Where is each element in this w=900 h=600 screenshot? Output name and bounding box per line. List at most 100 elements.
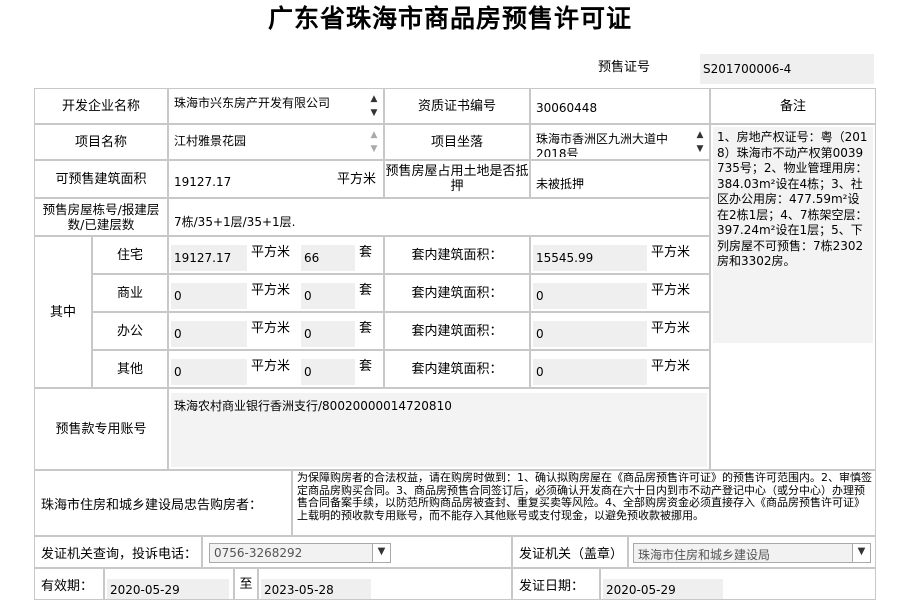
row-count: 0	[301, 359, 355, 385]
remarks-cell: 1、房地产权证号：粤（2018）珠海市不动产权第0039735号；2、物业管理用…	[710, 124, 876, 470]
issuer-select[interactable]: 珠海市住房和城乡建设局 ▼	[633, 543, 871, 563]
row-area-unit: 平方米	[251, 321, 291, 336]
land-cell: 未被抵押	[530, 160, 710, 198]
land-status: 未被抵押	[533, 172, 703, 194]
row-area-cell: 0 平方米 0 套	[168, 350, 384, 388]
chevron-down-icon[interactable]: ▼	[852, 544, 870, 562]
row-inner-label: 套内建筑面积：	[384, 274, 530, 312]
location-address: 珠海市香洲区九洲大道中2018号	[533, 129, 691, 157]
complaint-cell: 0756-3268292 ▼	[202, 536, 512, 568]
notice-label: 珠海市住房和城乡建设局忠告购房者：	[34, 470, 292, 536]
area-cell: 19127.17 平方米	[168, 160, 384, 198]
chevron-down-icon[interactable]: ▼	[372, 544, 390, 562]
validity-from-cell: 2020-05-29	[104, 568, 234, 600]
notice-text: 为保障购房者的合法权益，请在购房时做到：1、确认拟购房屋在《商品房预售许可证》的…	[297, 472, 872, 522]
row-area-unit: 平方米	[251, 283, 291, 298]
row-inner-cell: 0 平方米	[530, 312, 710, 350]
account-label: 预售款专用账号	[34, 388, 168, 470]
row-inner-area: 15545.99	[533, 245, 647, 271]
row-area-cell: 0 平方米 0 套	[168, 312, 384, 350]
row-inner-label: 套内建筑面积：	[384, 236, 530, 274]
row-inner-unit: 平方米	[651, 283, 691, 298]
row-count-unit: 套	[359, 359, 373, 374]
row-area-unit: 平方米	[251, 359, 291, 374]
chevron-down-icon[interactable]: ▼	[368, 107, 380, 119]
cert-number: 30060448	[533, 98, 703, 120]
row-area: 19127.17	[171, 245, 247, 271]
row-inner-cell: 15545.99 平方米	[530, 236, 710, 274]
issue-date: 2020-05-29	[603, 579, 723, 599]
issuer-cell: 珠海市住房和城乡建设局 ▼	[628, 536, 876, 568]
row-inner-label: 套内建筑面积：	[384, 312, 530, 350]
developer-scrollbar[interactable]: ▲ ▼	[367, 91, 381, 121]
cert-label: 资质证书编号	[384, 88, 530, 124]
chevron-up-icon[interactable]: ▲	[368, 129, 380, 141]
complaint-phone-select[interactable]: 0756-3268292 ▼	[209, 543, 391, 563]
complaint-label: 发证机关查询，投诉电话：	[34, 536, 202, 568]
row-type-label: 办公	[92, 312, 168, 350]
account-cell: 珠海农村商业银行香洲支行/80020000014720810	[168, 388, 710, 470]
row-inner-label: 套内建筑面积：	[384, 350, 530, 388]
chevron-up-icon[interactable]: ▲	[368, 93, 380, 105]
issue-date-cell: 2020-05-29	[600, 568, 876, 600]
project-label: 项目名称	[34, 124, 168, 160]
area-label: 可预售建筑面积	[34, 160, 168, 198]
land-label: 预售房屋占用土地是否抵押	[384, 160, 530, 198]
row-inner-cell: 0 平方米	[530, 350, 710, 388]
row-area: 0	[171, 283, 247, 309]
row-area-unit: 平方米	[251, 245, 291, 260]
area-unit: 平方米	[337, 172, 377, 187]
location-label: 项目坐落	[384, 124, 530, 160]
project-name: 江村雅景花园	[171, 129, 365, 157]
row-area: 0	[171, 321, 247, 347]
building-cell: 7栋/35+1层/35+1层.	[168, 198, 710, 236]
row-count-unit: 套	[359, 321, 373, 336]
row-inner-unit: 平方米	[651, 245, 691, 260]
cert-cell: 30060448	[530, 88, 710, 124]
among-label: 其中	[34, 236, 92, 388]
row-area-cell: 0 平方米 0 套	[168, 274, 384, 312]
developer-label: 开发企业名称	[34, 88, 168, 124]
validity-from: 2020-05-29	[107, 579, 229, 599]
building-info: 7栋/35+1层/35+1层.	[171, 210, 691, 232]
validity-to-label: 至	[234, 568, 258, 600]
row-type-label: 其他	[92, 350, 168, 388]
permit-number: S201700006-4	[700, 54, 874, 84]
row-count-unit: 套	[359, 283, 373, 298]
complaint-phone: 0756-3268292	[214, 546, 303, 560]
issuer-label: 发证机关（盖章）	[512, 536, 628, 568]
row-count-unit: 套	[359, 245, 373, 260]
developer-cell: 珠海市兴东房产开发有限公司 ▲ ▼	[168, 88, 384, 124]
row-count: 0	[301, 321, 355, 347]
page-title: 广东省珠海市商品房预售许可证	[267, 4, 632, 33]
row-inner-unit: 平方米	[651, 321, 691, 336]
validity-label: 有效期：	[34, 568, 104, 600]
remarks-text: 1、房地产权证号：粤（2018）珠海市不动产权第0039735号；2、物业管理用…	[713, 127, 873, 343]
developer-name: 珠海市兴东房产开发有限公司	[171, 93, 365, 121]
issuer-name: 珠海市住房和城乡建设局	[638, 548, 771, 562]
chevron-up-icon[interactable]: ▲	[694, 129, 706, 141]
row-inner-cell: 0 平方米	[530, 274, 710, 312]
issue-date-label: 发证日期：	[512, 568, 600, 600]
row-inner-area: 0	[533, 321, 647, 347]
row-inner-area: 0	[533, 283, 647, 309]
row-area: 0	[171, 359, 247, 385]
row-type-label: 住宅	[92, 236, 168, 274]
location-cell: 珠海市香洲区九洲大道中2018号 ▲ ▼	[530, 124, 710, 160]
project-scrollbar[interactable]: ▲ ▼	[367, 127, 381, 157]
row-count: 0	[301, 283, 355, 309]
chevron-down-icon[interactable]: ▼	[368, 143, 380, 155]
location-scrollbar[interactable]: ▲ ▼	[693, 127, 707, 157]
remarks-label: 备注	[710, 88, 876, 124]
building-label: 预售房屋栋号/报建层数/已建层数	[34, 198, 168, 236]
row-type-label: 商业	[92, 274, 168, 312]
project-cell: 江村雅景花园 ▲ ▼	[168, 124, 384, 160]
account-value: 珠海农村商业银行香洲支行/80020000014720810	[171, 393, 707, 467]
row-inner-area: 0	[533, 359, 647, 385]
validity-to-cell: 2023-05-28	[258, 568, 512, 600]
chevron-down-icon[interactable]: ▼	[694, 143, 706, 155]
row-inner-unit: 平方米	[651, 359, 691, 374]
row-area-cell: 19127.17 平方米 66 套	[168, 236, 384, 274]
validity-to: 2023-05-28	[261, 579, 371, 599]
area-value: 19127.17	[171, 172, 321, 194]
